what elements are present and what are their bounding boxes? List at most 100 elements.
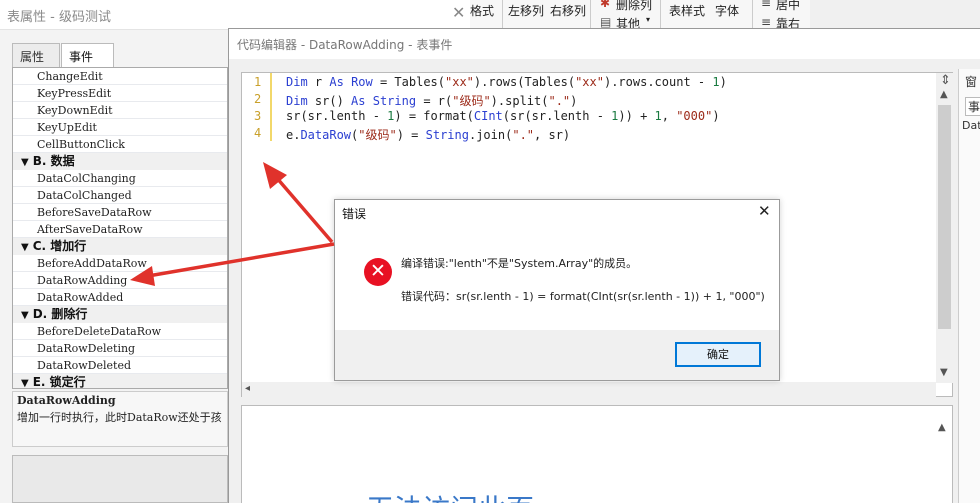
error-code: 错误代码：sr(sr.lenth - 1) = format(CInt(sr(s…: [401, 290, 765, 303]
code-line-4: e.DataRow("级码") = String.join(".", sr): [286, 128, 571, 142]
ribbon-divider: [502, 0, 503, 30]
split-icon: ⇕: [940, 73, 951, 88]
event-label: DataRowAdding: [37, 274, 128, 287]
chevron-down-icon: ▾: [646, 15, 651, 24]
lower-panel: [12, 455, 228, 503]
event-label: B. 数据: [32, 154, 75, 168]
close-icon[interactable]: ✕: [758, 202, 771, 220]
event-label: CellButtonClick: [37, 138, 125, 151]
event-item[interactable]: DataColChanging: [13, 170, 227, 187]
align-center-icon: ≡: [761, 0, 772, 10]
prop-close-icon[interactable]: ✕: [452, 3, 465, 22]
preview-text: 无法访问此页: [366, 488, 534, 503]
ribbon-table-style-button[interactable]: 表样式: [669, 2, 705, 19]
event-description: DataRowAdding 增加一行时执行，此时DataRow还处于孩: [12, 391, 228, 447]
collapse-icon[interactable]: ▼: [21, 378, 29, 388]
event-label: DataRowAdded: [37, 291, 124, 304]
ribbon-divider: [752, 0, 753, 30]
ribbon-divider: [590, 0, 591, 30]
event-item[interactable]: CellButtonClick: [13, 136, 227, 153]
event-item[interactable]: KeyUpEdit: [13, 119, 227, 136]
line-number: 3: [254, 109, 262, 123]
ok-button[interactable]: 确定: [675, 342, 761, 367]
error-dialog: 错误 ✕ ✕ 编译错误:"lenth"不是"System.Array"的成员。 …: [334, 199, 780, 381]
error-message: 编译错误:"lenth"不是"System.Array"的成员。: [401, 257, 638, 270]
delete-column-icon: ✱: [600, 0, 611, 10]
help-preview-pane: 无法访问此页 ▲: [241, 405, 953, 503]
change-marker: [270, 73, 272, 141]
ribbon-font-button[interactable]: 字体: [715, 2, 739, 19]
event-item[interactable]: DataRowDeleting: [13, 340, 227, 357]
ribbon-move-right-button[interactable]: 右移列: [550, 2, 586, 19]
event-list: ChangeEdit KeyPressEdit KeyDownEdit KeyUpEd…: [12, 67, 228, 389]
code-line-1: Dim r As Row = Tables("xx").rows(Tables(…: [286, 75, 727, 89]
dialog-title: 错误: [342, 207, 367, 221]
ribbon-format-button[interactable]: 格式: [470, 2, 494, 19]
side-window-label: 窗: [965, 75, 978, 89]
align-right-icon: ≡: [761, 15, 772, 29]
event-item[interactable]: DataRowAdding: [13, 272, 227, 289]
line-number: 4: [254, 126, 262, 140]
event-label: KeyUpEdit: [37, 121, 97, 134]
event-item[interactable]: ChangeEdit: [13, 68, 227, 85]
line-number: 1: [254, 75, 262, 89]
event-group-header[interactable]: ▼ B. 数据: [13, 153, 227, 170]
event-item[interactable]: KeyDownEdit: [13, 102, 227, 119]
collapse-icon[interactable]: ▼: [21, 310, 29, 321]
scroll-up-icon[interactable]: ▲: [940, 89, 948, 100]
ribbon-toolbar: 格式 左移列 右移列 ✱ 删除列 ▤ 其他 ▾ 表样式 字体 ≡ 居中 ≡ 靠右: [470, 0, 810, 31]
event-item[interactable]: BeforeSaveDataRow: [13, 204, 227, 221]
event-label: KeyPressEdit: [37, 87, 112, 100]
scroll-left-icon[interactable]: ◂: [245, 383, 250, 394]
event-item[interactable]: BeforeAddDataRow: [13, 255, 227, 272]
event-label: DataColChanged: [37, 189, 132, 202]
event-item[interactable]: KeyPressEdit: [13, 85, 227, 102]
line-number: 2: [254, 92, 262, 106]
event-label: AfterSaveDataRow: [37, 223, 143, 236]
prop-titlebar: 表属性 - 级码测试 ✕: [0, 0, 478, 30]
error-icon: ✕: [364, 258, 392, 286]
scroll-thumb[interactable]: [938, 105, 951, 329]
prop-window-title: 表属性 - 级码测试: [7, 10, 111, 25]
event-group-header[interactable]: ▼ E. 锁定行: [13, 374, 227, 388]
event-group-header[interactable]: ▼ D. 删除行: [13, 306, 227, 323]
side-data-label: Dat: [962, 119, 980, 132]
description-text: 增加一行时执行，此时DataRow还处于孩: [17, 411, 222, 424]
tab-events[interactable]: 事件: [61, 43, 114, 67]
event-label: BeforeDeleteDataRow: [37, 325, 162, 338]
collapse-icon[interactable]: ▼: [21, 157, 29, 168]
tab-properties[interactable]: 属性: [12, 43, 60, 67]
ribbon-divider: [660, 0, 661, 30]
event-label: DataRowDeleting: [37, 342, 136, 355]
event-label: D. 删除行: [32, 307, 88, 321]
event-label: C. 增加行: [32, 239, 87, 253]
tab-side-events[interactable]: 事件: [965, 97, 980, 116]
event-label: BeforeSaveDataRow: [37, 206, 152, 219]
side-panel: 窗 事件 Dat: [958, 69, 980, 503]
event-item[interactable]: DataRowAdded: [13, 289, 227, 306]
event-label: DataColChanging: [37, 172, 136, 185]
collapse-icon[interactable]: ▼: [21, 242, 29, 253]
vertical-scrollbar[interactable]: ⇕ ▲ ▼: [936, 73, 953, 383]
ribbon-align-center-button[interactable]: 居中: [776, 0, 800, 13]
dialog-footer: 确定: [335, 330, 779, 380]
code-line-2: Dim sr() As String = r("级码").split("."): [286, 94, 578, 108]
event-label: KeyDownEdit: [37, 104, 113, 117]
horizontal-scrollbar[interactable]: ◂: [242, 382, 936, 397]
ribbon-delete-column-button[interactable]: 删除列: [616, 0, 652, 13]
event-label: ChangeEdit: [37, 70, 103, 83]
editor-title: 代码编辑器 - DataRowAdding - 表事件: [237, 38, 453, 52]
other-icon: ▤: [600, 15, 612, 29]
event-label: DataRowDeleted: [37, 359, 132, 372]
event-label: BeforeAddDataRow: [37, 257, 147, 270]
event-item[interactable]: DataColChanged: [13, 187, 227, 204]
editor-titlebar: 代码编辑器 - DataRowAdding - 表事件: [229, 29, 980, 59]
scroll-up-icon[interactable]: ▲: [938, 422, 946, 433]
ribbon-move-left-button[interactable]: 左移列: [508, 2, 544, 19]
event-item[interactable]: AfterSaveDataRow: [13, 221, 227, 238]
code-line-3: sr(sr.lenth - 1) = format(CInt(sr(sr.len…: [286, 109, 720, 123]
scroll-down-icon[interactable]: ▼: [940, 367, 948, 378]
event-group-header[interactable]: ▼ C. 增加行: [13, 238, 227, 255]
event-item[interactable]: DataRowDeleted: [13, 357, 227, 374]
event-item[interactable]: BeforeDeleteDataRow: [13, 323, 227, 340]
